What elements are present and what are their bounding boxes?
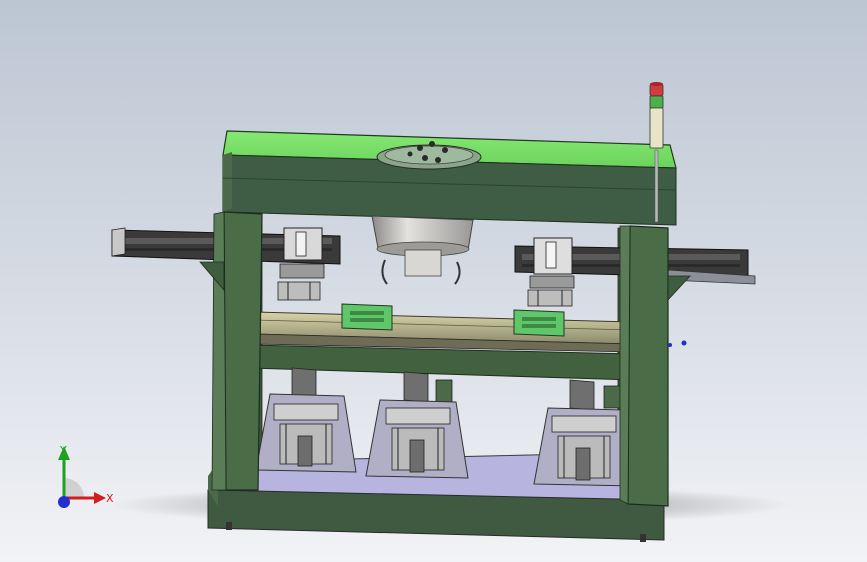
graphics-viewport[interactable]: Y X bbox=[0, 0, 867, 562]
slide-plate-right[interactable] bbox=[513, 309, 565, 337]
station-2[interactable] bbox=[365, 371, 469, 479]
top-frame[interactable] bbox=[222, 130, 677, 226]
slide-plate-left[interactable] bbox=[341, 303, 393, 331]
axis-triad: Y X bbox=[58, 444, 114, 508]
machine-assembly-model[interactable] bbox=[0, 0, 867, 562]
z-axis-dot-icon bbox=[58, 496, 70, 508]
triad-plane-icon bbox=[64, 478, 84, 498]
x-axis-label: X bbox=[106, 492, 114, 505]
station-1[interactable] bbox=[255, 367, 357, 473]
y-axis-label: Y bbox=[59, 444, 67, 457]
gripper-right[interactable] bbox=[527, 237, 575, 307]
x-axis-arrow-icon bbox=[94, 492, 106, 504]
gripper-left[interactable] bbox=[277, 227, 325, 301]
spindle-motor[interactable] bbox=[371, 215, 474, 285]
